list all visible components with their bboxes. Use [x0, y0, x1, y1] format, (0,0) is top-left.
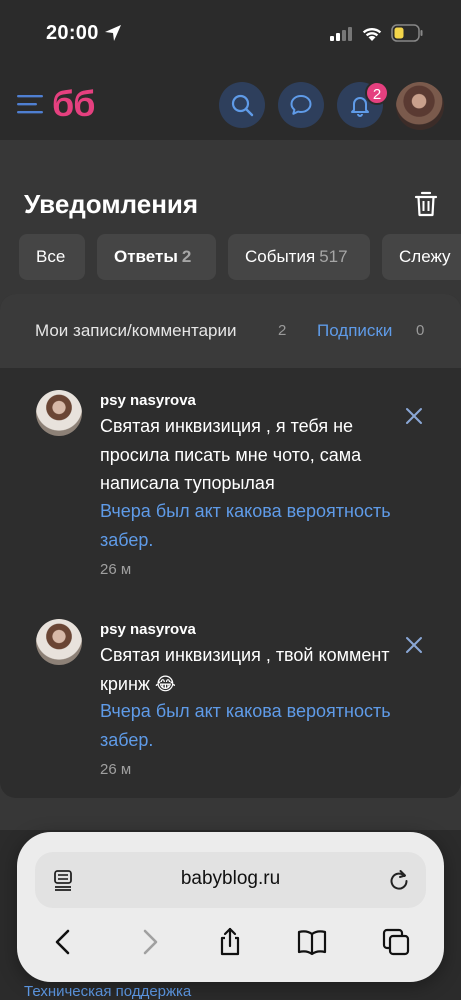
author-name[interactable]: psy nasyrova — [100, 621, 196, 638]
browser-toolbar: babyblog.ru — [17, 832, 444, 982]
notification-text: Святая инквизиция , я тебя не просила пи… — [100, 416, 362, 493]
hamburger-menu-icon[interactable] — [17, 93, 43, 115]
chat-bubble-icon — [290, 95, 312, 115]
subtab-my-posts-count: 2 — [278, 322, 287, 339]
tab-label: Слежу — [399, 247, 451, 266]
subtab-subscriptions-count: 0 — [416, 322, 425, 339]
trash-icon[interactable] — [414, 190, 438, 218]
page-title: Уведомления — [24, 189, 199, 219]
share-icon[interactable] — [215, 927, 245, 957]
subtab-my-posts[interactable]: Мои записи/комментарии — [35, 321, 237, 341]
author-avatar[interactable] — [36, 619, 82, 665]
bookmarks-icon[interactable] — [297, 927, 327, 957]
search-button[interactable] — [219, 82, 265, 128]
close-icon[interactable] — [405, 636, 423, 654]
notification-count-badge: 2 — [365, 81, 389, 105]
subtabs-bar: Мои записи/комментарии 2 Подписки 0 — [0, 294, 461, 368]
site-logo[interactable]: бб — [52, 83, 95, 125]
close-icon[interactable] — [405, 407, 423, 425]
wifi-icon — [362, 27, 382, 41]
status-bar: 20:00 — [0, 0, 461, 66]
forward-icon[interactable] — [134, 927, 164, 957]
tab-label: Все — [36, 247, 66, 266]
user-avatar[interactable] — [396, 82, 444, 130]
tab-count: 517 — [319, 247, 348, 266]
notification-item: psy nasyrova Святая инквизиция , твой ко… — [0, 619, 461, 789]
notification-time: 26 м — [100, 761, 132, 778]
top-navigation: бб — [0, 66, 461, 140]
address-bar[interactable]: babyblog.ru — [35, 852, 426, 908]
back-icon[interactable] — [49, 927, 79, 957]
author-avatar[interactable] — [36, 390, 82, 436]
author-name[interactable]: psy nasyrova — [100, 392, 196, 409]
status-time: 20:00 — [46, 22, 99, 44]
url-text: babyblog.ru — [180, 868, 281, 889]
cellular-signal-icon — [330, 27, 352, 41]
support-link[interactable]: Техническая поддержка — [24, 983, 191, 1000]
tabs-icon[interactable] — [381, 927, 411, 957]
reload-icon[interactable] — [387, 868, 411, 892]
battery-icon — [391, 24, 423, 42]
tab-following[interactable]: Слежу — [382, 234, 461, 280]
location-arrow-icon — [105, 25, 121, 41]
notification-time: 26 м — [100, 561, 132, 578]
tab-answers[interactable]: Ответы 2 — [97, 234, 216, 280]
messages-button[interactable] — [278, 82, 324, 128]
tab-label: Ответы — [114, 247, 178, 266]
post-link[interactable]: Вчера был акт какова вероятность забер. — [100, 697, 400, 754]
tab-events[interactable]: События 517 — [228, 234, 370, 280]
tab-all[interactable]: Все — [19, 234, 85, 280]
notifications-panel: Мои записи/комментарии 2 Подписки 0 psy … — [0, 294, 461, 798]
search-icon — [231, 94, 254, 117]
notification-text: Святая инквизиция , твой коммент кринж 😂 — [100, 645, 390, 694]
post-link[interactable]: Вчера был акт какова вероятность забер. — [100, 497, 400, 554]
notification-item: psy nasyrova Святая инквизиция , я тебя … — [0, 390, 461, 590]
tab-count: 2 — [181, 247, 192, 266]
subtab-subscriptions[interactable]: Подписки — [317, 321, 392, 341]
tab-label: События — [245, 247, 316, 266]
